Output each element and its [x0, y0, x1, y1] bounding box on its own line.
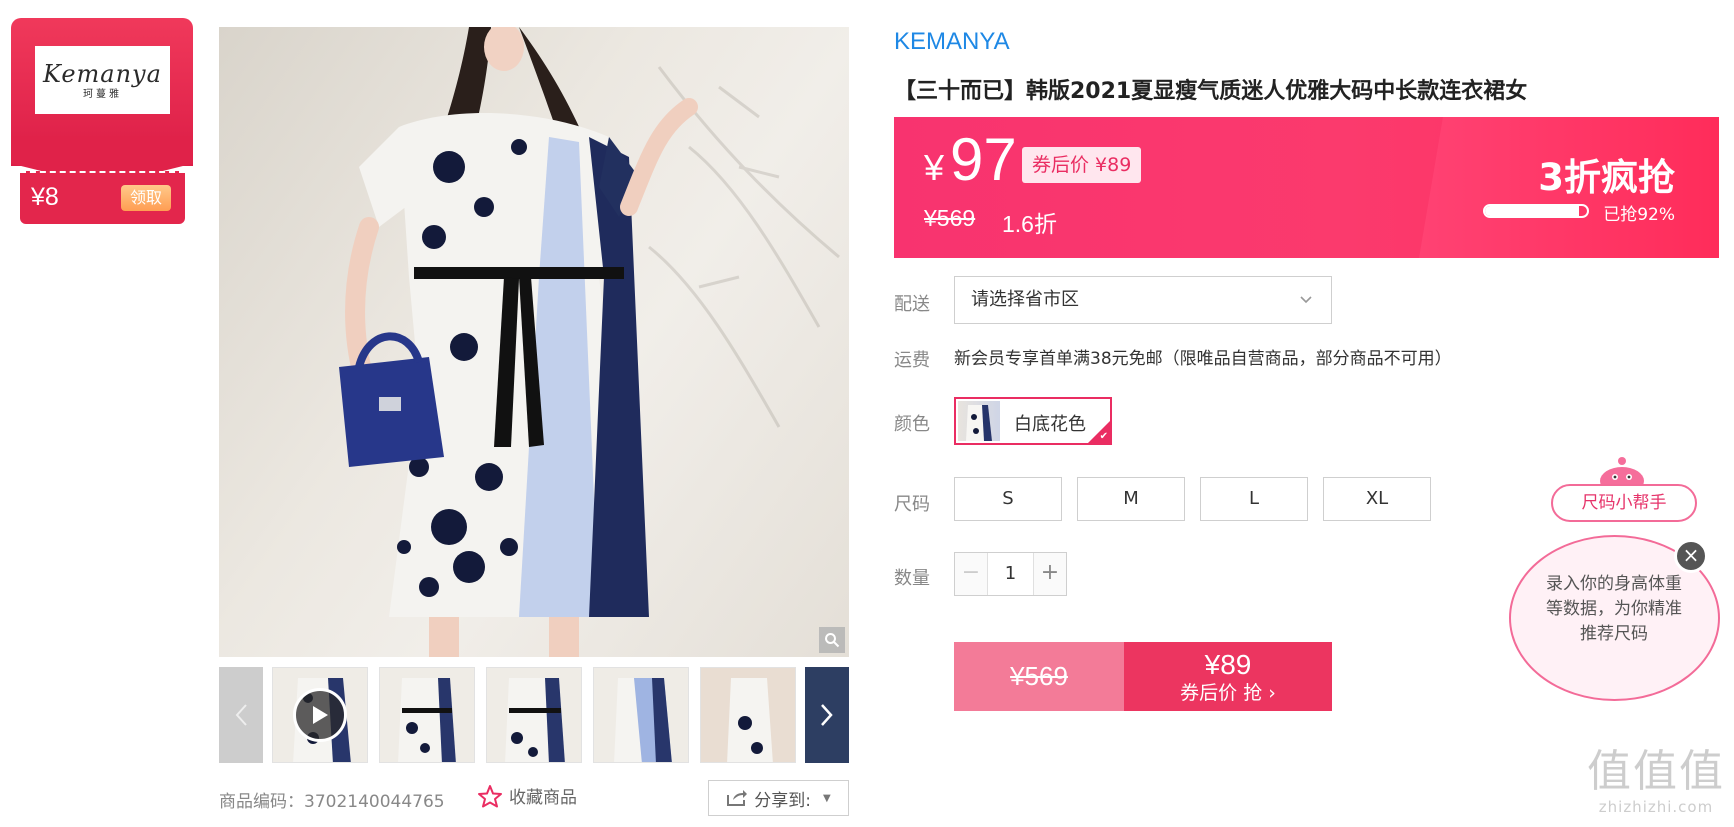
size-label: 尺码 [894, 494, 930, 515]
brand-coupon-card[interactable]: Kemanya 珂蔓雅 ¥8 领取 [11, 18, 193, 224]
original-price: ¥569 [924, 205, 976, 231]
buy-original-price: ¥569 [954, 642, 1124, 711]
sold-progress-fill [1485, 206, 1579, 216]
product-title: 【三十而已】韩版2021夏显瘦气质迷人优雅大码中长款连衣裙女 [894, 79, 1528, 104]
thumbnail-video[interactable] [272, 667, 368, 763]
chevron-down-icon [1299, 277, 1313, 323]
sold-progress-bar [1483, 204, 1589, 218]
thumbnail-prev-button[interactable] [219, 667, 263, 763]
sold-percentage: 已抢92% [1603, 205, 1675, 225]
thumbnail-image [701, 668, 795, 762]
size-helper-close-button[interactable]: × [1674, 539, 1708, 573]
watermark-logo: 值值值 [1587, 746, 1725, 797]
share-label: 分享到: [754, 790, 812, 811]
shipping-info: 新会员专享首单满38元免邮（限唯品自营商品，部分商品不可用） [954, 349, 1452, 369]
color-swatch-thumbnail [958, 401, 1000, 441]
chevron-right-icon [821, 704, 833, 726]
current-price: 97 [950, 126, 1017, 193]
play-icon [313, 706, 328, 724]
thumbnail-next-button[interactable] [805, 667, 849, 763]
favorite-button[interactable]: 收藏商品 [477, 783, 577, 808]
favorite-label: 收藏商品 [509, 788, 577, 808]
thumbnail-3[interactable] [486, 667, 582, 763]
region-select[interactable]: 请选择省市区 [954, 276, 1332, 324]
site-watermark: 值值值 zhizhizhi.com [1586, 746, 1726, 824]
share-button[interactable]: 分享到: ▼ [708, 780, 849, 816]
size-option-s[interactable]: S [954, 477, 1062, 521]
zoom-button[interactable] [819, 627, 845, 653]
quantity-decrease-button[interactable]: − [955, 553, 988, 595]
delivery-label: 配送 [894, 294, 930, 315]
quantity-increase-button[interactable]: + [1033, 553, 1066, 595]
thumbnail-strip [219, 667, 849, 763]
color-label: 颜色 [894, 414, 930, 435]
thumbnail-4[interactable] [593, 667, 689, 763]
dress-illustration [339, 27, 840, 657]
brand-name-link[interactable]: KEMANYA [894, 28, 1010, 56]
brand-logo-script: Kemanya [43, 60, 162, 88]
claim-coupon-button[interactable]: 领取 [121, 185, 171, 211]
brand-logo: Kemanya 珂蔓雅 [35, 46, 170, 114]
size-helper-button[interactable]: 尺码小帮手 [1551, 484, 1697, 522]
thumbnail-2[interactable] [379, 667, 475, 763]
after-coupon-price-tag: 券后价 ¥89 [1022, 147, 1142, 183]
caret-down-icon: ▼ [823, 792, 831, 804]
color-option-label: 白底花色 [1014, 414, 1086, 435]
size-option-m[interactable]: M [1077, 477, 1185, 521]
share-icon [727, 790, 748, 806]
size-option-l[interactable]: L [1200, 477, 1308, 521]
size-option-xl[interactable]: XL [1323, 477, 1431, 521]
coupon-amount: ¥8 [31, 183, 59, 211]
region-select-value: 请选择省市区 [971, 289, 1079, 310]
check-icon: ✔ [1099, 431, 1108, 442]
play-video-button[interactable] [293, 688, 347, 742]
color-option-selected[interactable]: 白底花色 ✔ [954, 397, 1112, 445]
brand-logo-cn: 珂蔓雅 [83, 89, 122, 100]
coupon-amount-strip: ¥8 领取 [20, 171, 185, 224]
main-product-image[interactable] [219, 27, 849, 657]
star-icon [478, 784, 502, 807]
buy-coupon-label: 券后价 抢 › [1180, 681, 1276, 704]
magnifier-icon [825, 633, 840, 648]
quantity-stepper: − 1 + [954, 552, 1067, 596]
buy-coupon-price: ¥89 [1204, 648, 1252, 680]
product-page: Kemanya 珂蔓雅 ¥8 领取 商品编码：3702140044765 收藏商… [0, 0, 1734, 827]
price-currency: ¥ [924, 147, 945, 188]
thumbnail-image [505, 678, 565, 762]
price-banner: ¥ 97 券后价 ¥89 ¥569 1.6折 3折疯抢 已抢92% [894, 117, 1719, 258]
thumbnail-5[interactable] [700, 667, 796, 763]
quantity-label: 数量 [894, 568, 930, 589]
buy-coupon-section: ¥89 券后价 抢 › [1124, 642, 1332, 711]
flash-sale-title: 3折疯抢 [1538, 156, 1675, 199]
thumbnail-image [614, 678, 672, 762]
watermark-url: zhizhizhi.com [1598, 798, 1714, 816]
shipping-label: 运费 [894, 350, 930, 371]
thumbnail-image [398, 678, 456, 762]
discount-rate: 1.6折 [1002, 211, 1057, 237]
product-sku: 商品编码：3702140044765 [219, 792, 445, 812]
quantity-input[interactable]: 1 [988, 553, 1033, 595]
chevron-left-icon [235, 704, 247, 726]
product-meta-row: 商品编码：3702140044765 收藏商品 分享到: ▼ [219, 780, 849, 816]
buy-now-button[interactable]: ¥569 ¥89 券后价 抢 › [954, 642, 1332, 711]
size-helper-text: 录入你的身高体重等数据，为你精准推荐尺码 [1546, 574, 1682, 644]
